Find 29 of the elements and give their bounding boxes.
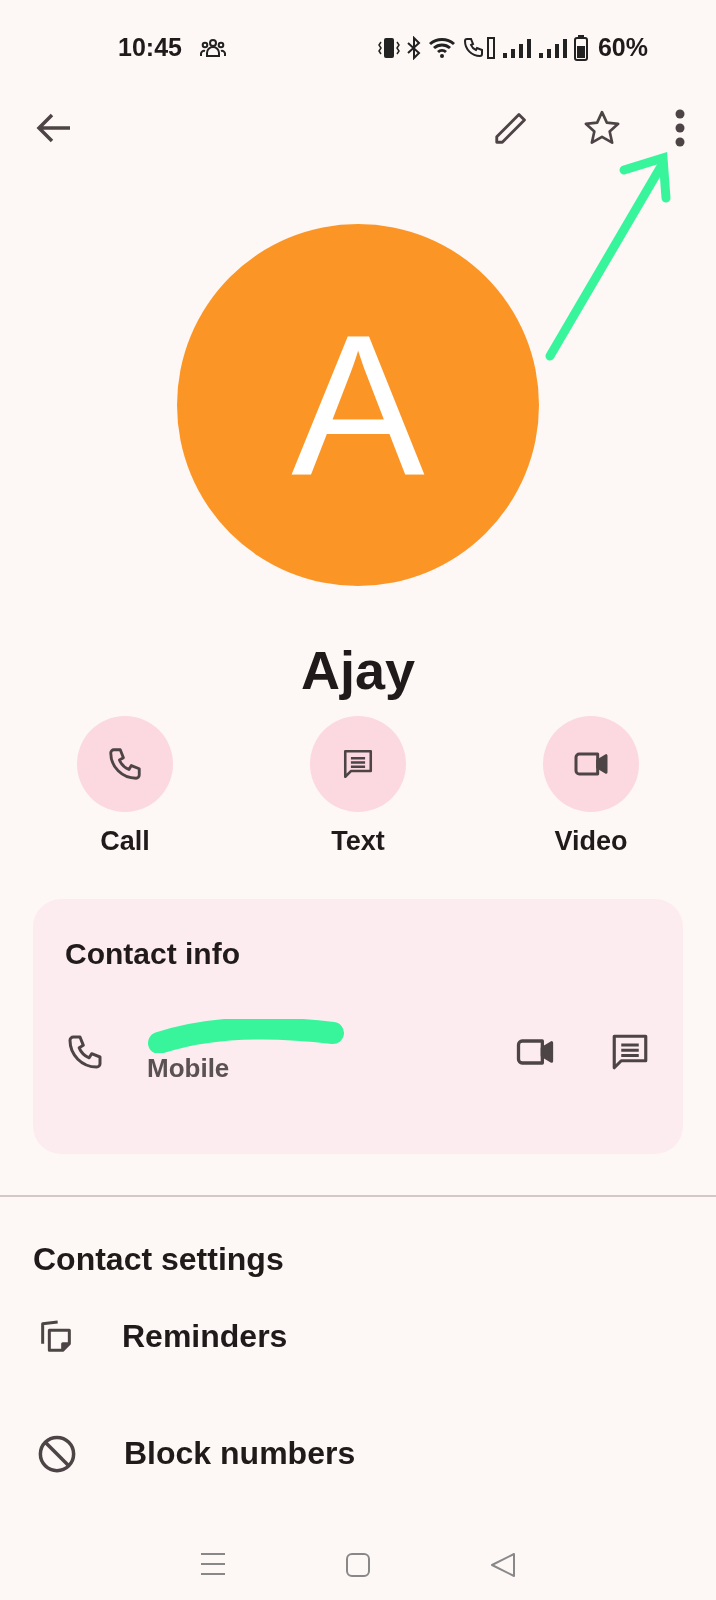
phone-type-label: Mobile (147, 1053, 231, 1084)
message-icon (341, 747, 375, 781)
action-label: Text (331, 826, 385, 857)
more-options-icon (674, 107, 686, 148)
settings-item[interactable]: Reminders (0, 1278, 716, 1395)
wifi-calling-icon (463, 35, 496, 60)
more-options-button[interactable] (674, 107, 686, 148)
action-label: Video (554, 826, 628, 857)
battery-percentage: 60% (597, 33, 648, 62)
signal-icon (537, 36, 568, 59)
recent-apps-icon[interactable] (199, 1552, 226, 1576)
settings-item[interactable]: Block numbers (0, 1395, 716, 1512)
back-icon[interactable] (490, 1552, 517, 1578)
section-title: Contact settings (33, 1241, 285, 1278)
back-arrow-icon (36, 111, 72, 144)
vibrate-icon (377, 35, 400, 60)
signal-icon (501, 36, 532, 59)
bluetooth-icon (405, 35, 422, 60)
group-icon (199, 37, 226, 58)
phone-icon (106, 745, 144, 783)
status-time: 10:45 (118, 33, 182, 62)
action-label: Call (100, 826, 150, 857)
section-title: Contact info (65, 937, 241, 971)
battery-icon (573, 34, 588, 61)
contact-name: Ajay (299, 639, 417, 702)
back-button[interactable] (36, 111, 72, 144)
home-icon[interactable] (345, 1552, 371, 1578)
wifi-icon (427, 36, 458, 59)
contact-avatar: A (177, 224, 539, 586)
